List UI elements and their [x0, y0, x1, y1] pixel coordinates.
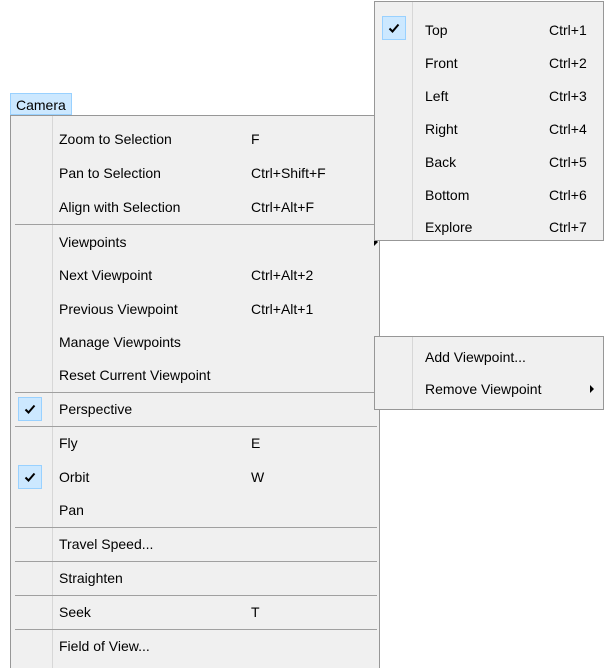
- menu-separator: [15, 629, 377, 630]
- menu-item-label: Previous Viewpoint: [59, 301, 178, 317]
- menu-item-shortcut: Ctrl+Shift+F: [251, 165, 326, 181]
- menu-item-label: Top: [425, 22, 448, 38]
- menu-item-label: Field of View...: [59, 638, 150, 654]
- menu-item-shortcut: Ctrl+3: [549, 88, 587, 104]
- menu-item-label: Zoom to Selection: [59, 131, 172, 147]
- menu-item-label: Next Viewpoint: [59, 267, 153, 283]
- menu-item-perspective[interactable]: Perspective: [11, 396, 379, 422]
- menu-item-zoom-to-selection[interactable]: Zoom to Selection F: [11, 126, 379, 152]
- menu-item-shortcut: Ctrl+1: [549, 22, 587, 38]
- submenu-item-remove-viewpoint[interactable]: Remove Viewpoint: [375, 376, 603, 402]
- menu-item-viewpoints[interactable]: Viewpoints: [11, 228, 379, 254]
- menu-item-label: Reset Current Viewpoint: [59, 367, 211, 383]
- menu-item-label: Orbit: [59, 469, 90, 485]
- menu-item-label: Travel Speed...: [59, 536, 154, 552]
- menu-item-label: Back: [425, 154, 457, 170]
- menu-item-pan[interactable]: Pan: [11, 497, 379, 523]
- menu-item-pan-to-selection[interactable]: Pan to Selection Ctrl+Shift+F: [11, 160, 379, 186]
- menu-item-label: Seek: [59, 604, 91, 620]
- menu-item-label: Fly: [59, 435, 78, 451]
- menu-separator: [15, 595, 377, 596]
- menu-item-label: Pan: [59, 502, 84, 518]
- manage-viewpoints-submenu: Add Viewpoint... Remove Viewpoint: [374, 336, 604, 410]
- menu-item-label: Straighten: [59, 570, 123, 586]
- menu-item-label: Right: [425, 121, 458, 137]
- menu-item-shortcut: Ctrl+Alt+1: [251, 301, 314, 317]
- menu-item-label: Align with Selection: [59, 199, 181, 215]
- menu-item-shortcut: Ctrl+Alt+F: [251, 199, 315, 215]
- menu-separator: [15, 224, 377, 225]
- menu-item-previous-viewpoint[interactable]: Previous Viewpoint Ctrl+Alt+1: [11, 296, 379, 322]
- menu-item-shortcut: Ctrl+5: [549, 154, 587, 170]
- submenu-item-bottom[interactable]: Bottom Ctrl+6: [375, 183, 603, 209]
- viewpoints-submenu: Top Ctrl+1 Front Ctrl+2 Left Ctrl+3 Righ…: [374, 1, 604, 241]
- menu-item-shortcut: W: [251, 469, 265, 485]
- menu-item-straighten[interactable]: Straighten: [11, 565, 379, 591]
- menu-item-travel-speed[interactable]: Travel Speed...: [11, 531, 379, 557]
- menu-item-label: Pan to Selection: [59, 165, 161, 181]
- camera-menu-title[interactable]: Camera: [10, 93, 72, 115]
- menu-item-shortcut: Ctrl+Alt+2: [251, 267, 314, 283]
- checkmark-icon: [382, 16, 406, 40]
- menu-item-reset-current-viewpoint[interactable]: Reset Current Viewpoint: [11, 362, 379, 388]
- menu-item-shortcut: Ctrl+6: [549, 187, 587, 203]
- menu-item-label: Left: [425, 88, 449, 104]
- menu-item-label: Explore: [425, 219, 473, 235]
- submenu-item-top[interactable]: Top Ctrl+1: [375, 16, 603, 44]
- menu-item-label: Front: [425, 55, 458, 71]
- menu-item-shortcut: Ctrl+2: [549, 55, 587, 71]
- menu-item-shortcut: T: [251, 604, 260, 620]
- menu-item-align-with-selection[interactable]: Align with Selection Ctrl+Alt+F: [11, 194, 379, 220]
- checkmark-icon: [18, 465, 42, 489]
- menu-item-shortcut: Ctrl+7: [549, 219, 587, 235]
- menu-item-label: Manage Viewpoints: [59, 334, 181, 350]
- menu-separator: [15, 561, 377, 562]
- checkmark-icon: [18, 397, 42, 421]
- menu-item-next-viewpoint[interactable]: Next Viewpoint Ctrl+Alt+2: [11, 262, 379, 288]
- submenu-item-front[interactable]: Front Ctrl+2: [375, 51, 603, 77]
- submenu-arrow-icon: [590, 385, 594, 393]
- submenu-item-back[interactable]: Back Ctrl+5: [375, 150, 603, 176]
- menu-item-fly[interactable]: Fly E: [11, 430, 379, 456]
- menu-item-label: Perspective: [59, 401, 133, 417]
- submenu-item-left[interactable]: Left Ctrl+3: [375, 84, 603, 110]
- menu-item-label: Bottom: [425, 187, 470, 203]
- submenu-item-add-viewpoint[interactable]: Add Viewpoint...: [375, 345, 603, 371]
- menu-item-field-of-view[interactable]: Field of View...: [11, 633, 379, 659]
- menu-item-orbit[interactable]: Orbit W: [11, 464, 379, 490]
- menu-item-label: Remove Viewpoint: [425, 381, 542, 397]
- camera-menu: Zoom to Selection F Pan to Selection Ctr…: [10, 115, 380, 668]
- submenu-item-explore[interactable]: Explore Ctrl+7: [375, 215, 603, 241]
- menu-separator: [15, 527, 377, 528]
- menu-item-manage-viewpoints[interactable]: Manage Viewpoints: [11, 329, 379, 355]
- menu-item-shortcut: Ctrl+4: [549, 121, 587, 137]
- menu-item-seek[interactable]: Seek T: [11, 599, 379, 625]
- menu-item-label: Viewpoints: [59, 234, 127, 250]
- menu-separator: [15, 392, 377, 393]
- menu-item-shortcut: E: [251, 435, 261, 451]
- submenu-item-right[interactable]: Right Ctrl+4: [375, 117, 603, 143]
- menu-item-label: Add Viewpoint...: [425, 349, 526, 365]
- menu-item-shortcut: F: [251, 131, 260, 147]
- menu-separator: [15, 426, 377, 427]
